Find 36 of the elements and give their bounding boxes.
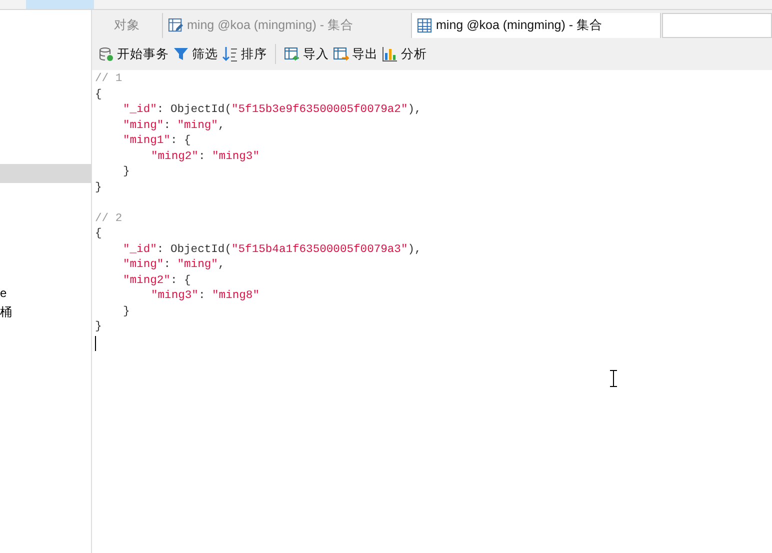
- table-import-icon: [284, 46, 300, 62]
- code-line: {: [95, 88, 102, 102]
- table-icon: [417, 18, 432, 33]
- code-line: "ming": "ming",: [123, 118, 226, 134]
- tab[interactable]: ming @koa (mingming) - 集合: [412, 13, 661, 38]
- toolbar-button[interactable]: 开始事务: [97, 42, 170, 66]
- code-comment: // 2: [95, 212, 122, 226]
- text-caret: [95, 336, 96, 350]
- toolbar-button[interactable]: 导入: [283, 42, 330, 66]
- search-field[interactable]: [662, 13, 772, 38]
- code-comment: // 1: [95, 72, 122, 87]
- text-cursor-icon: [610, 370, 617, 387]
- code-line: "ming": "ming",: [123, 258, 226, 273]
- code-line: "_id": ObjectId("5f15b3e9f63500005f0079a2"),: [123, 103, 422, 118]
- code-line: "ming1": {: [123, 134, 192, 149]
- toolbar-button[interactable]: 筛选: [172, 42, 219, 66]
- database-icon: [98, 46, 114, 62]
- code-line: "_id": ObjectId("5f15b4a1f63500005f0079a3"),: [123, 242, 422, 258]
- code-line: "ming2": {: [123, 274, 192, 288]
- table-edit-icon: [168, 18, 183, 33]
- code-line: }: [123, 304, 130, 320]
- code-line: }: [95, 180, 102, 196]
- ribbon-tab[interactable]: [26, 0, 94, 9]
- code-line: }: [95, 320, 102, 335]
- code-line: "ming2": "ming3": [151, 150, 260, 164]
- sidebar-item[interactable]: [0, 164, 91, 183]
- toolbar-button[interactable]: 分析: [381, 42, 428, 66]
- toolbar-button[interactable]: 排序: [221, 42, 268, 66]
- code-line: }: [123, 165, 130, 180]
- bar-chart-icon: [382, 46, 398, 62]
- toolbar-button[interactable]: 导出: [332, 42, 379, 66]
- code-line: "ming3": "ming8": [151, 289, 260, 304]
- code-line: {: [95, 227, 102, 242]
- sort-icon: [222, 46, 238, 62]
- funnel-icon: [173, 46, 189, 62]
- table-export-icon: [333, 46, 349, 62]
